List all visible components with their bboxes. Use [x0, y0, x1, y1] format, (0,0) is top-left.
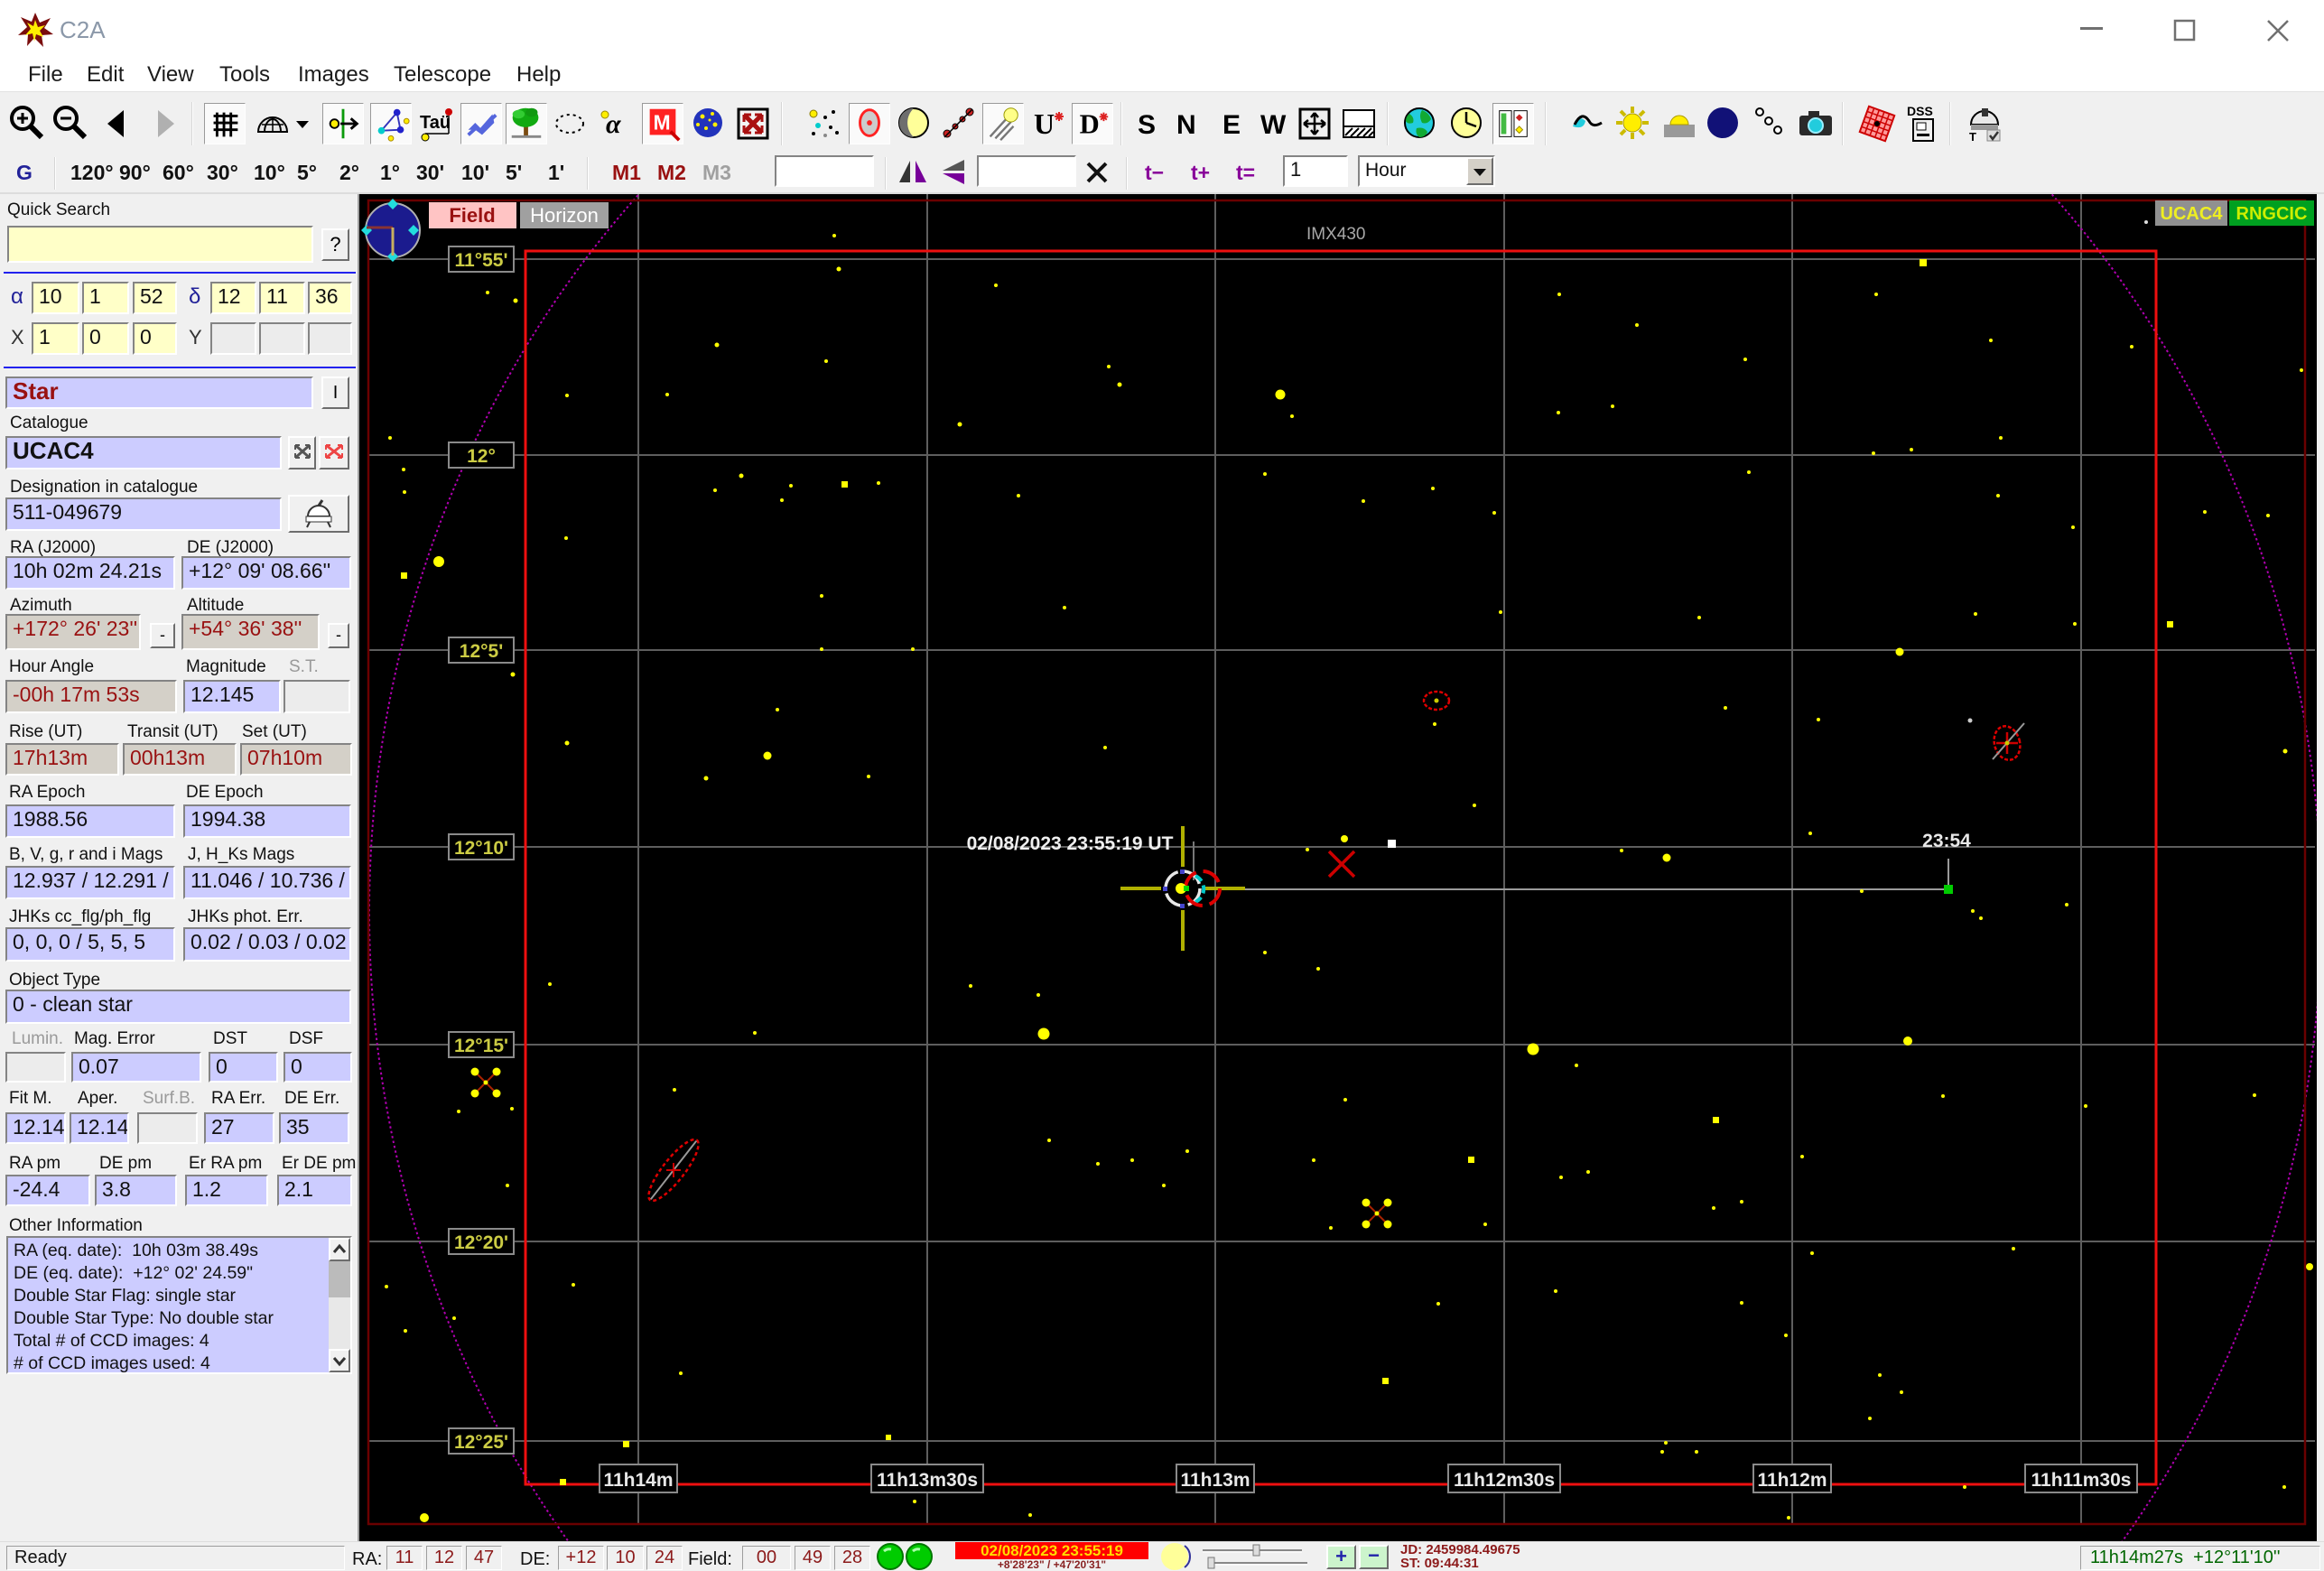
svg-text:T: T — [1969, 130, 1976, 144]
svg-text:Taü: Taü — [420, 113, 451, 133]
svg-text:12°20': 12°20' — [454, 1232, 508, 1253]
svg-text:U: U — [1034, 107, 1055, 140]
svg-text:S: S — [1138, 110, 1156, 140]
svg-text:N: N — [1176, 110, 1196, 140]
svg-text:12°25': 12°25' — [454, 1432, 508, 1453]
svg-text:Horizon: Horizon — [530, 204, 599, 227]
svg-text:12°15': 12°15' — [454, 1036, 508, 1056]
svg-text:M: M — [653, 111, 670, 135]
svg-text:D: D — [1080, 109, 1100, 140]
svg-text:IMX430: IMX430 — [1306, 225, 1365, 244]
svg-text:UCAC4: UCAC4 — [2161, 204, 2224, 224]
svg-text:E: E — [1222, 110, 1241, 140]
svg-text:23:54: 23:54 — [1922, 831, 1971, 851]
svg-text:02/08/2023 23:55:19 UT: 02/08/2023 23:55:19 UT — [967, 833, 1174, 854]
svg-text:RNGCIC: RNGCIC — [2236, 204, 2308, 224]
svg-text:11h13m: 11h13m — [1180, 1470, 1250, 1491]
svg-text:11h14m: 11h14m — [603, 1470, 673, 1491]
svg-text:DSS: DSS — [1907, 104, 1933, 118]
svg-text:12°10': 12°10' — [454, 838, 508, 859]
svg-text:Field: Field — [449, 204, 495, 227]
svg-text:12°5': 12°5' — [460, 641, 503, 662]
svg-text:12°: 12° — [467, 446, 496, 467]
svg-text:11h12m: 11h12m — [1757, 1470, 1827, 1491]
svg-text:11h11m30s: 11h11m30s — [2031, 1470, 2132, 1491]
svg-text:11h13m30s: 11h13m30s — [877, 1470, 978, 1491]
svg-text:11h12m30s: 11h12m30s — [1454, 1470, 1555, 1491]
svg-text:11°55': 11°55' — [455, 250, 508, 271]
svg-text:W: W — [1260, 110, 1287, 140]
